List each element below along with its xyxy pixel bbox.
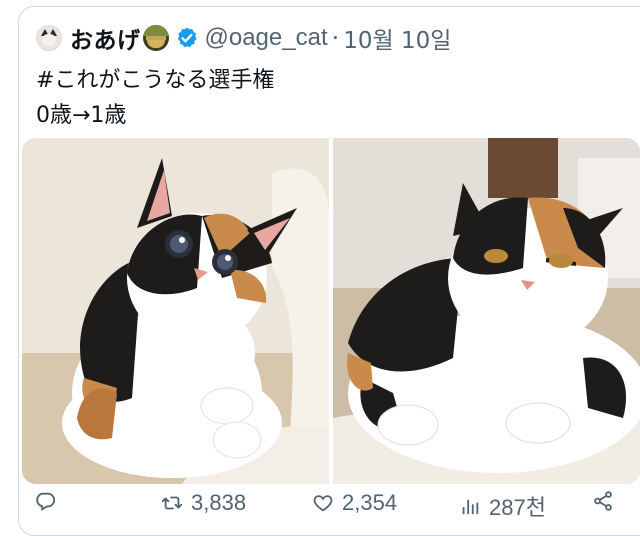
emoji-part (146, 40, 165, 48)
share-icon (594, 491, 612, 511)
views-icon (462, 499, 479, 515)
tweet-text: 0歳→1歳 (36, 103, 127, 128)
retweet-count: 3,838 (191, 490, 247, 515)
tweet-actions: 3,838 2,354 287천 (18, 490, 640, 521)
views-count: 287천 (489, 495, 546, 520)
avatar-face (42, 34, 56, 46)
retweet-icon (161, 496, 183, 510)
tweet-header: おあげ @oage_cat · 10월 10일 (36, 20, 451, 56)
hashtag-link[interactable]: #これがこうなる選手権 (36, 62, 274, 94)
like-icon (313, 495, 333, 512)
emoji-part (142, 25, 169, 36)
retweet-button[interactable]: 3,838 (161, 490, 246, 516)
share-button[interactable] (592, 490, 614, 512)
display-name[interactable]: おあげ (70, 21, 141, 55)
verified-badge-icon (177, 27, 197, 48)
kitten-illustration (22, 138, 329, 484)
reply-button[interactable] (34, 490, 64, 512)
adult-cat-illustration (333, 138, 640, 484)
like-button[interactable]: 2,354 (312, 490, 397, 516)
like-count: 2,354 (342, 490, 398, 515)
adult-cat-photo[interactable] (333, 138, 640, 484)
views-button[interactable]: 287천 (459, 490, 546, 522)
avatar[interactable] (36, 25, 62, 51)
tweet-date[interactable]: 10월 10일 (343, 21, 451, 55)
user-handle[interactable]: @oage_cat (205, 24, 328, 52)
separator-dot: · (331, 24, 340, 52)
reply-icon (36, 492, 56, 511)
kitten-photo[interactable] (22, 138, 329, 484)
media-grid (22, 138, 640, 484)
profile-emoji-icon (142, 25, 169, 51)
